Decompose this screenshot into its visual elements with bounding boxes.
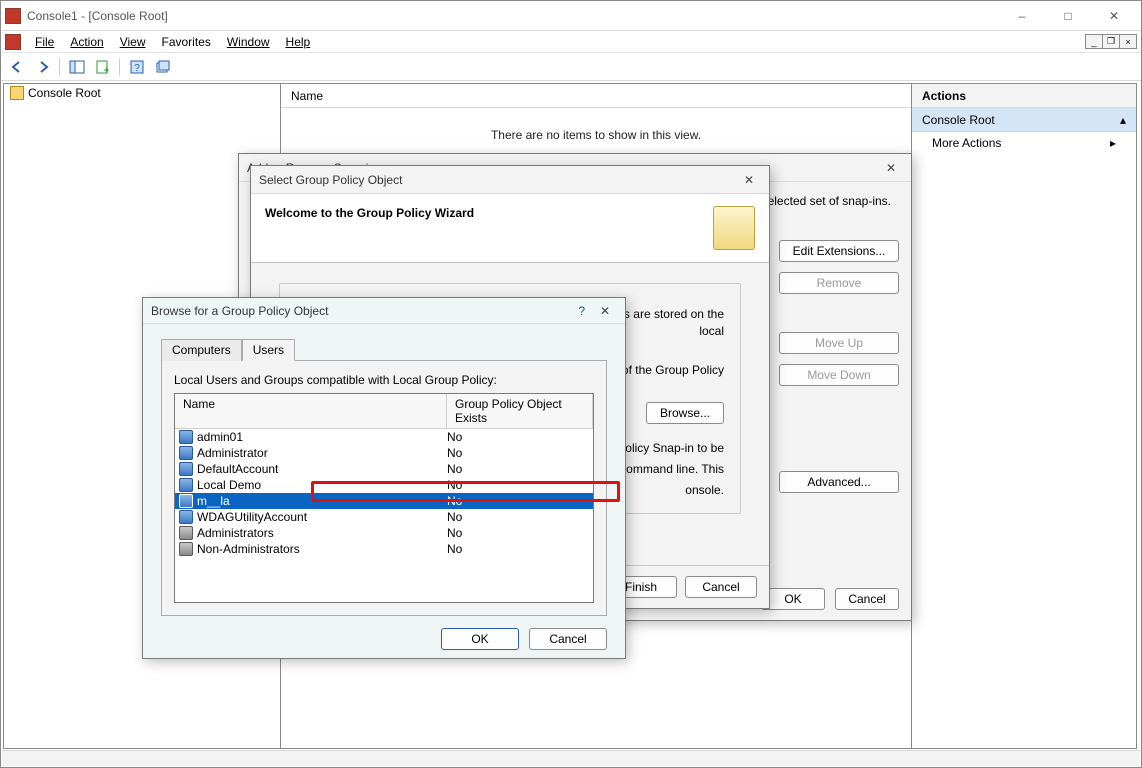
row-name: Administrator xyxy=(197,446,268,460)
titlebar: Console1 - [Console Root] – □ ✕ xyxy=(1,1,1141,31)
list-row[interactable]: DefaultAccount No xyxy=(175,461,593,477)
actions-header: Actions xyxy=(912,84,1136,108)
folder-icon xyxy=(10,86,24,100)
mdi-minimize-button[interactable]: _ xyxy=(1085,34,1103,49)
list-row[interactable]: Local Demo No xyxy=(175,477,593,493)
column-name: Name xyxy=(291,89,323,103)
actions-section-title[interactable]: Console Root ▴ xyxy=(912,108,1136,132)
users-list[interactable]: Name Group Policy Object Exists admin01 N… xyxy=(174,393,594,603)
list-row[interactable]: Non-Administrators No xyxy=(175,541,593,557)
user-icon xyxy=(179,446,193,460)
list-row[interactable]: admin01 No xyxy=(175,429,593,445)
row-gpo-exists: No xyxy=(447,542,593,556)
wizard-cancel-button[interactable]: Cancel xyxy=(685,576,757,598)
help-icon[interactable]: ? xyxy=(570,304,593,318)
menu-window[interactable]: Window xyxy=(219,33,278,51)
forward-button[interactable] xyxy=(31,56,55,78)
result-list-header[interactable]: Name xyxy=(281,84,911,108)
advanced-button[interactable]: Advanced... xyxy=(779,471,899,493)
browse-dialog-title: Browse for a Group Policy Object ? ✕ xyxy=(143,298,625,324)
browse-ok-button[interactable]: OK xyxy=(441,628,519,650)
collapse-icon: ▴ xyxy=(1120,113,1126,127)
wizard-banner-icon xyxy=(713,206,755,250)
back-button[interactable] xyxy=(5,56,29,78)
menu-view[interactable]: View xyxy=(112,33,154,51)
tab-computers[interactable]: Computers xyxy=(161,339,242,361)
user-icon xyxy=(179,462,193,476)
mdi-app-icon[interactable] xyxy=(5,34,21,50)
mdi-restore-button[interactable]: ❐ xyxy=(1102,34,1120,49)
toolbar-separator xyxy=(59,58,61,76)
new-window-button[interactable] xyxy=(151,56,175,78)
maximize-button[interactable]: □ xyxy=(1045,1,1091,31)
group-icon xyxy=(179,526,193,540)
row-name: m__la xyxy=(197,494,230,508)
empty-list-message: There are no items to show in this view. xyxy=(491,128,701,142)
close-icon[interactable]: ✕ xyxy=(737,173,761,187)
tree-root-item[interactable]: Console Root xyxy=(4,84,280,102)
chevron-right-icon: ▸ xyxy=(1110,136,1116,150)
tree-root-label: Console Root xyxy=(28,86,101,100)
menu-file[interactable]: File xyxy=(27,33,62,51)
gpo-wizard-title: Select Group Policy Object ✕ xyxy=(251,166,769,194)
menubar: File Action View Favorites Window Help _… xyxy=(1,31,1141,53)
browse-gpo-dialog: Browse for a Group Policy Object ? ✕ Com… xyxy=(142,297,626,659)
row-gpo-exists: No xyxy=(447,462,593,476)
row-gpo-exists: No xyxy=(447,446,593,460)
user-icon xyxy=(179,510,193,524)
menu-favorites[interactable]: Favorites xyxy=(154,33,219,51)
actions-more-link[interactable]: More Actions ▸ xyxy=(912,132,1136,154)
user-icon xyxy=(179,430,193,444)
move-down-button[interactable]: Move Down xyxy=(779,364,899,386)
row-gpo-exists: No xyxy=(447,510,593,524)
row-gpo-exists: No xyxy=(447,494,593,508)
menu-help[interactable]: Help xyxy=(278,33,319,51)
row-name: Local Demo xyxy=(197,478,261,492)
snapins-cancel-button[interactable]: Cancel xyxy=(835,588,899,610)
close-icon[interactable]: ✕ xyxy=(879,161,903,175)
row-gpo-exists: No xyxy=(447,478,593,492)
remove-button[interactable]: Remove xyxy=(779,272,899,294)
actions-pane: Actions Console Root ▴ More Actions ▸ xyxy=(912,83,1137,749)
row-gpo-exists: No xyxy=(447,430,593,444)
row-name: WDAGUtilityAccount xyxy=(197,510,307,524)
row-name: Administrators xyxy=(197,526,274,540)
user-icon xyxy=(179,494,193,508)
edit-extensions-button[interactable]: Edit Extensions... xyxy=(779,240,899,262)
browse-label: Local Users and Groups compatible with L… xyxy=(174,373,594,387)
user-icon xyxy=(179,478,193,492)
wizard-browse-button[interactable]: Browse... xyxy=(646,402,724,424)
help-button[interactable]: ? xyxy=(125,56,149,78)
move-up-button[interactable]: Move Up xyxy=(779,332,899,354)
close-icon[interactable]: ✕ xyxy=(593,304,617,318)
list-row[interactable]: Administrator No xyxy=(175,445,593,461)
list-row[interactable]: m__la No xyxy=(175,493,593,509)
show-hide-tree-button[interactable] xyxy=(65,56,89,78)
list-row[interactable]: WDAGUtilityAccount No xyxy=(175,509,593,525)
col-name[interactable]: Name xyxy=(175,394,447,428)
row-name: admin01 xyxy=(197,430,243,444)
snapins-ok-button[interactable]: OK xyxy=(761,588,825,610)
row-gpo-exists: No xyxy=(447,526,593,540)
row-name: DefaultAccount xyxy=(197,462,278,476)
status-bar xyxy=(2,750,1140,766)
col-gpo[interactable]: Group Policy Object Exists xyxy=(447,394,593,428)
row-name: Non-Administrators xyxy=(197,542,300,556)
group-icon xyxy=(179,542,193,556)
list-row[interactable]: Administrators No xyxy=(175,525,593,541)
close-button[interactable]: ✕ xyxy=(1091,1,1137,31)
toolbar: ? xyxy=(1,53,1141,81)
mmc-app-icon xyxy=(5,8,21,24)
export-list-button[interactable] xyxy=(91,56,115,78)
window-title: Console1 - [Console Root] xyxy=(27,9,168,23)
browse-cancel-button[interactable]: Cancel xyxy=(529,628,607,650)
toolbar-separator xyxy=(119,58,121,76)
svg-text:?: ? xyxy=(134,63,140,74)
menu-action[interactable]: Action xyxy=(62,33,111,51)
mdi-close-button[interactable]: × xyxy=(1119,34,1137,49)
tab-users[interactable]: Users xyxy=(242,339,295,361)
minimize-button[interactable]: – xyxy=(999,1,1045,31)
wizard-heading: Welcome to the Group Policy Wizard xyxy=(265,206,474,220)
